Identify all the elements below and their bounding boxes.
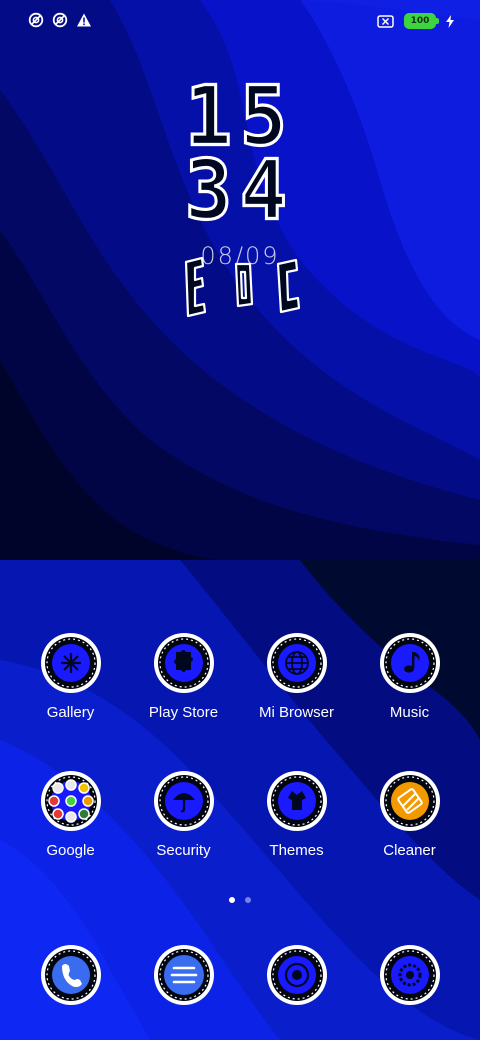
app-mi-browser[interactable]: Mi Browser	[240, 632, 353, 721]
app-music[interactable]: Music	[353, 632, 466, 721]
dock-settings[interactable]	[353, 944, 466, 1006]
cleaner-icon	[379, 771, 440, 831]
no-sim-icon	[377, 14, 394, 28]
app-themes[interactable]: Themes	[240, 770, 353, 859]
page-indicator[interactable]	[0, 897, 480, 903]
music-icon	[379, 633, 440, 693]
battery-icon: 100	[404, 13, 439, 29]
play-store-icon	[153, 633, 214, 693]
app-play-store[interactable]: Play Store	[127, 632, 240, 721]
dock-messages[interactable]	[127, 944, 240, 1006]
status-bar: 100	[0, 0, 480, 44]
app-label: Music	[389, 704, 430, 721]
camera-icon	[266, 945, 327, 1005]
globe-icon	[266, 633, 327, 693]
app-google-folder[interactable]: Google	[14, 770, 127, 859]
warning-icon	[77, 13, 91, 27]
settings-icon	[379, 945, 440, 1005]
battery-level: 100	[410, 16, 430, 26]
app-label: Security	[156, 842, 211, 859]
dock-camera[interactable]	[240, 944, 353, 1006]
phone-icon	[40, 945, 101, 1005]
clock-minute: 34	[184, 143, 295, 239]
app-security[interactable]: Security	[127, 770, 240, 859]
umbrella-icon	[153, 771, 214, 831]
app-label: Cleaner	[383, 842, 436, 859]
google-folder-icon	[40, 771, 101, 831]
page-dot-active[interactable]	[229, 897, 235, 903]
lockscreen-date: 08/09	[200, 242, 280, 270]
app-label: Play Store	[148, 704, 219, 721]
app-label: Google	[46, 842, 95, 859]
app-label: Themes	[269, 842, 324, 859]
app-label: Gallery	[46, 704, 95, 721]
dock-phone[interactable]	[14, 944, 127, 1006]
app-gallery[interactable]: Gallery	[14, 632, 127, 721]
charging-icon	[446, 14, 454, 28]
app-label: Mi Browser	[258, 704, 334, 721]
page-dot[interactable]	[245, 897, 251, 903]
themes-icon	[266, 771, 327, 831]
messages-icon	[153, 945, 214, 1005]
gallery-icon	[40, 633, 101, 693]
data-saver-icon	[28, 12, 44, 28]
lockscreen-clock: 15 34	[0, 74, 480, 239]
app-cleaner[interactable]: Cleaner	[353, 770, 466, 859]
data-saver-icon	[52, 12, 68, 28]
